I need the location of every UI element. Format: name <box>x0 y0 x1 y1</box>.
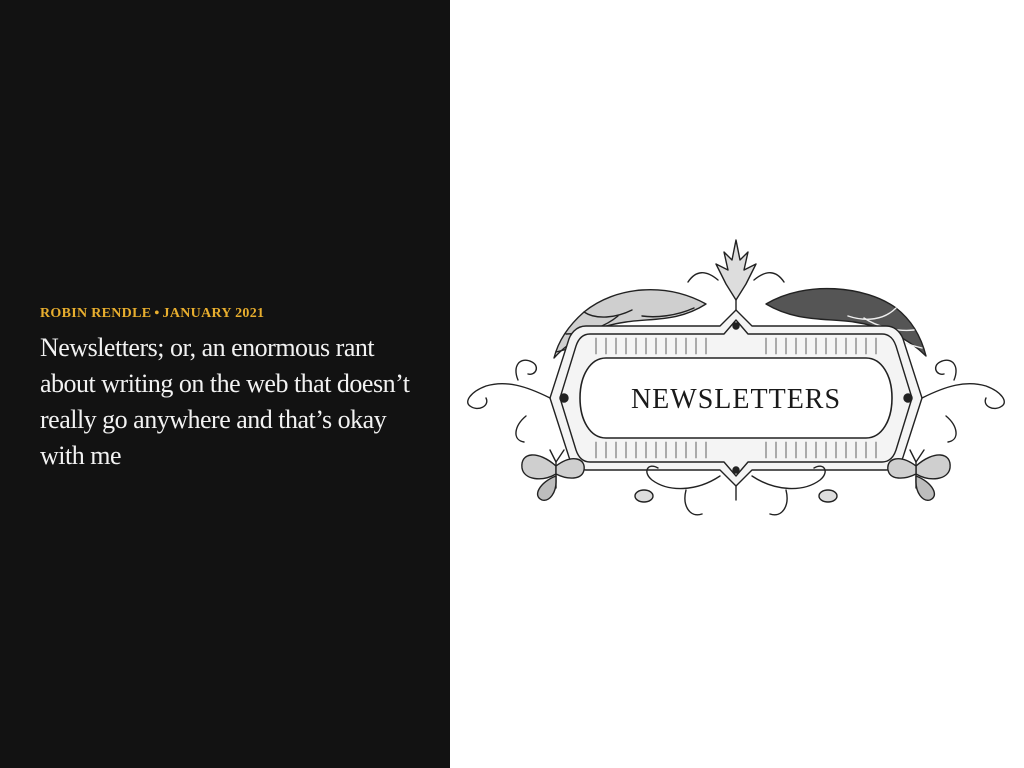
byline-separator: • <box>154 306 160 321</box>
byline: ROBIN RENDLE • JANUARY 2021 <box>40 306 420 322</box>
ornamental-banner-icon: NEWSLETTERS <box>456 230 1016 530</box>
illustration-panel: NEWSLETTERS <box>450 0 1024 768</box>
author-name[interactable]: ROBIN RENDLE <box>40 306 151 321</box>
article-title: Newsletters; or, an enormous rant about … <box>40 333 410 470</box>
publish-date: JANUARY 2021 <box>162 306 265 321</box>
page: ROBIN RENDLE • JANUARY 2021 Newsletters; o… <box>0 0 1024 768</box>
article-meta: ROBIN RENDLE • JANUARY 2021 Newsletters; o… <box>40 306 420 474</box>
banner-label: NEWSLETTERS <box>631 384 841 415</box>
article-header-panel: ROBIN RENDLE • JANUARY 2021 Newsletters; o… <box>0 0 450 768</box>
